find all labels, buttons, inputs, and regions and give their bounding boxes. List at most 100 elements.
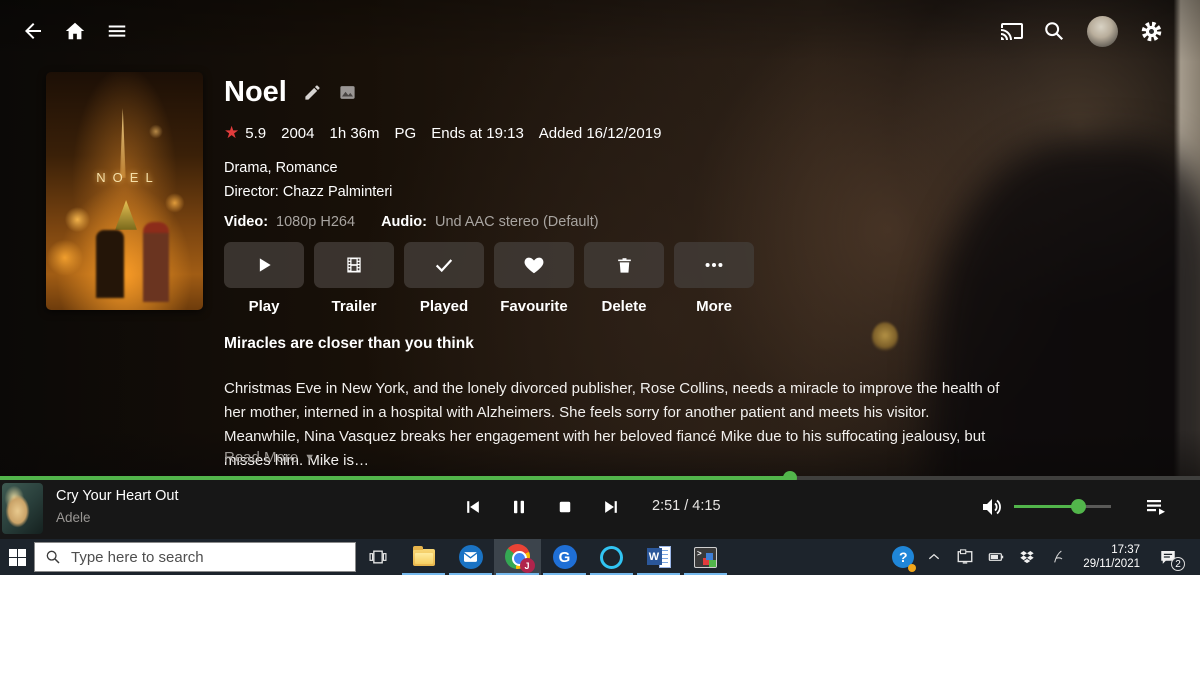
star-rating-icon: ★	[224, 123, 239, 143]
g-messenger-icon: G	[553, 545, 577, 569]
title-row: Noel	[224, 76, 661, 109]
display-tray-icon[interactable]	[953, 543, 977, 571]
previous-icon	[463, 497, 483, 517]
trailer-button[interactable]: Trailer	[314, 242, 394, 315]
edit-metadata-button[interactable]	[303, 83, 322, 102]
search-button[interactable]	[1033, 10, 1075, 52]
taskbar-search-input[interactable]	[71, 549, 321, 566]
play-button[interactable]: Play	[224, 242, 304, 315]
heart-icon	[523, 254, 545, 276]
more-label: More	[674, 298, 754, 315]
stop-button[interactable]	[550, 492, 580, 522]
windows-logo-icon	[9, 549, 26, 566]
queue-icon	[1144, 494, 1168, 518]
caret-down-icon: ▼	[304, 452, 315, 464]
trailer-button-bg	[314, 242, 394, 288]
poster-title-text: NOEL	[46, 170, 203, 185]
back-button[interactable]	[12, 10, 54, 52]
video-label: Video:	[224, 214, 268, 230]
volume-knob[interactable]	[1071, 499, 1086, 514]
running-indicator	[496, 573, 539, 575]
user-avatar[interactable]	[1087, 16, 1118, 47]
play-button-bg	[224, 242, 304, 288]
pen-tray-icon[interactable]	[1046, 543, 1070, 571]
chrome-icon: J	[505, 544, 531, 570]
volume-fill	[1014, 505, 1078, 508]
taskbar-app-file-explorer[interactable]	[400, 539, 447, 575]
poster-woman-figure	[143, 222, 169, 302]
taskbar-app-chrome[interactable]: J	[494, 539, 541, 575]
delete-button-bg	[584, 242, 664, 288]
cast-button[interactable]	[991, 10, 1033, 52]
ends-at: Ends at 19:13	[431, 125, 524, 142]
favourite-button[interactable]: Favourite	[494, 242, 574, 315]
taskbar-app-terminal[interactable]: >	[682, 539, 729, 575]
playlist-queue-button[interactable]	[1144, 494, 1168, 523]
volume-slider[interactable]	[1014, 505, 1111, 508]
more-button[interactable]: More	[674, 242, 754, 315]
movie-title: Noel	[224, 76, 287, 109]
search-icon	[45, 549, 61, 565]
track-artist[interactable]: Adele	[56, 510, 91, 525]
running-indicator	[684, 573, 727, 575]
hidden-icons-chevron[interactable]	[922, 543, 946, 571]
director[interactable]: Director: Chazz Palminteri	[224, 184, 661, 200]
trailer-label: Trailer	[314, 298, 394, 315]
check-icon	[433, 254, 455, 276]
movie-poster: NOEL	[46, 72, 203, 310]
running-indicator	[637, 573, 680, 575]
windows-taskbar: J G W >	[0, 539, 1200, 575]
taskbar-app-alexa[interactable]	[588, 539, 635, 575]
taskbar-clock[interactable]: 17:37 29/11/2021	[1077, 543, 1146, 571]
media-info-row: Video: 1080p H264 Audio: Und AAC stereo …	[224, 214, 661, 230]
dropbox-tray-icon[interactable]	[1015, 543, 1039, 571]
volume-icon	[980, 495, 1004, 519]
taskbar-app-messenger[interactable]: G	[541, 539, 588, 575]
back-arrow-icon	[21, 19, 45, 43]
task-view-button[interactable]	[356, 539, 400, 575]
album-art[interactable]	[2, 483, 43, 534]
film-icon	[344, 255, 364, 275]
volume-button[interactable]	[980, 495, 1004, 524]
favourite-button-bg	[494, 242, 574, 288]
poster-couple-figure	[96, 230, 124, 298]
taskbar-app-mail[interactable]	[447, 539, 494, 575]
pause-button[interactable]	[504, 492, 534, 522]
settings-button[interactable]	[1130, 10, 1172, 52]
played-button[interactable]: Played	[404, 242, 484, 315]
pause-icon	[509, 497, 529, 517]
mail-icon	[459, 545, 483, 569]
start-button[interactable]	[0, 539, 34, 575]
video-value[interactable]: 1080p H264	[276, 214, 355, 230]
audio-value[interactable]: Und AAC stereo (Default)	[435, 214, 599, 230]
played-label: Played	[404, 298, 484, 315]
production-year: 2004	[281, 125, 314, 142]
word-icon: W	[647, 546, 671, 568]
community-rating: 5.9	[245, 125, 266, 142]
notification-badge: 2	[1171, 557, 1185, 571]
ellipsis-icon	[703, 254, 725, 276]
read-more-link[interactable]: Read More ▼	[224, 449, 315, 466]
edit-images-button[interactable]	[338, 83, 357, 102]
movie-info: Noel ★ 5.9 2004 1h 36m PG Ends at 19:13 …	[224, 76, 661, 230]
taskbar-search-box[interactable]	[34, 542, 356, 572]
battery-icon	[986, 549, 1006, 565]
home-icon	[64, 20, 86, 42]
play-label: Play	[224, 298, 304, 315]
chrome-profile-badge: J	[520, 558, 535, 573]
help-tray-icon[interactable]: ?	[891, 543, 915, 571]
home-button[interactable]	[54, 10, 96, 52]
action-center-button[interactable]: 2	[1153, 543, 1183, 571]
taskbar-app-word[interactable]: W	[635, 539, 682, 575]
delete-button[interactable]: Delete	[584, 242, 664, 315]
menu-button[interactable]	[96, 10, 138, 52]
next-track-button[interactable]	[596, 492, 626, 522]
previous-track-button[interactable]	[458, 492, 488, 522]
overview-text: Christmas Eve in New York, and the lonel…	[224, 377, 1002, 473]
genres[interactable]: Drama, Romance	[224, 160, 661, 176]
running-indicator	[590, 573, 633, 575]
battery-tray-icon[interactable]	[984, 543, 1008, 571]
track-title[interactable]: Cry Your Heart Out	[56, 488, 179, 504]
audio-label: Audio:	[381, 214, 427, 230]
alexa-icon	[600, 546, 623, 569]
